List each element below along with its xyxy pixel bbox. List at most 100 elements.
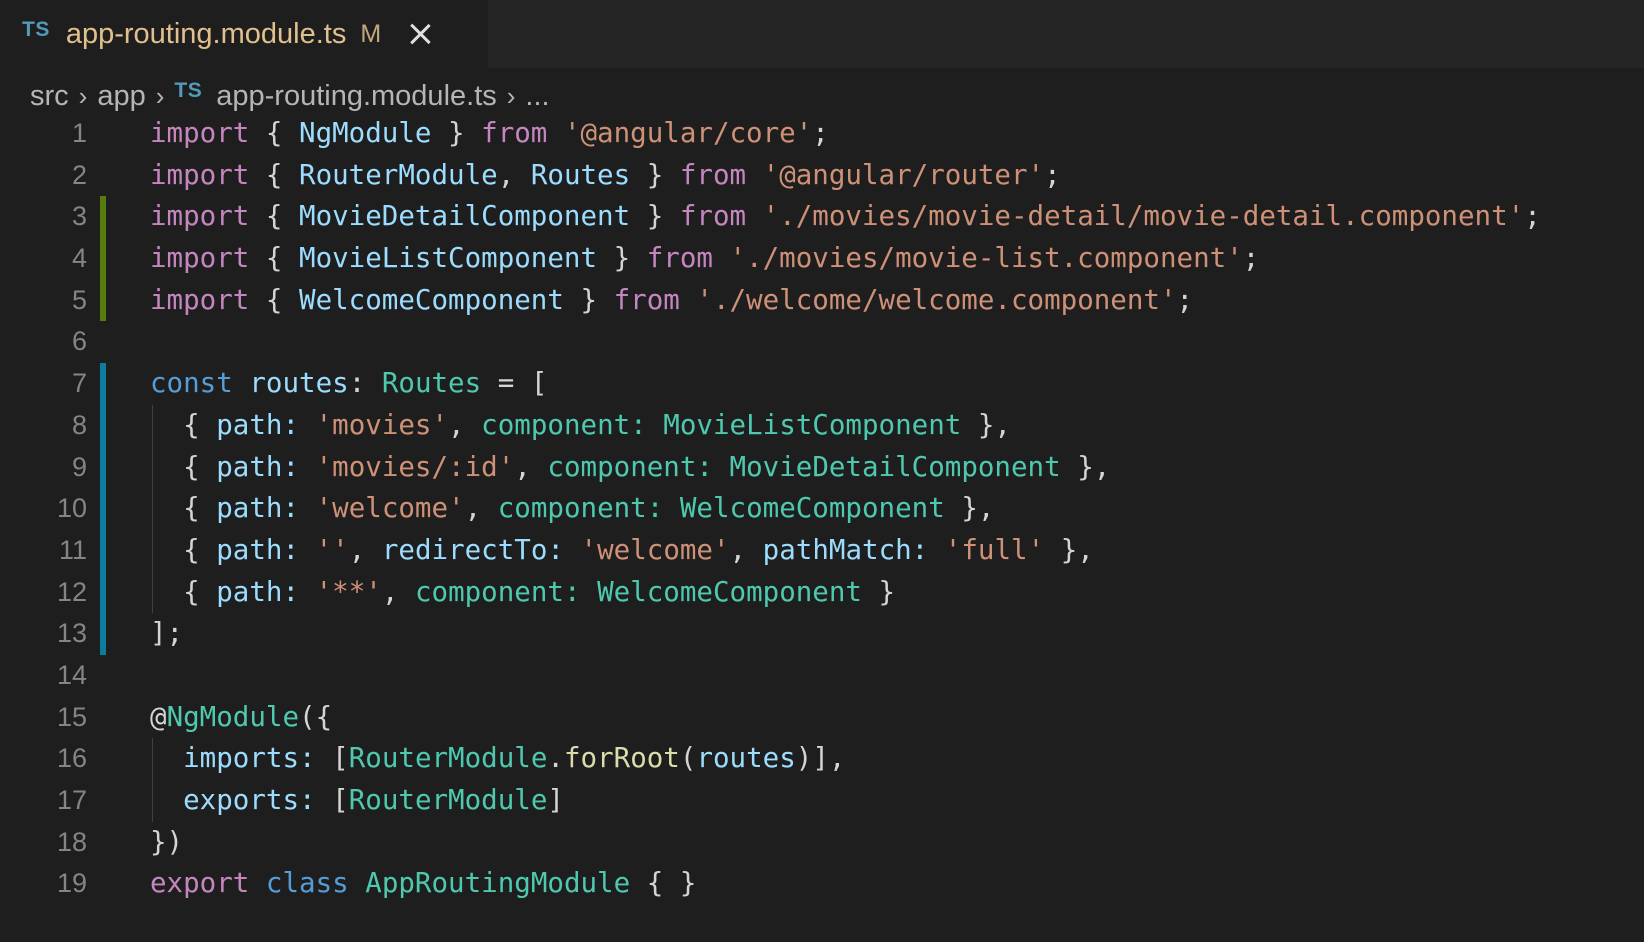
git-modified-gutter-indicator[interactable]	[100, 446, 106, 489]
code-line[interactable]: 19 export class AppRoutingModule { }	[0, 863, 1644, 905]
code-token: {	[150, 492, 217, 525]
code-token: {	[150, 533, 217, 566]
code-text: @NgModule({	[150, 697, 332, 739]
code-token: {	[249, 117, 300, 149]
line-number: 7	[71, 368, 87, 399]
code-token: './welcome/welcome.component'	[696, 283, 1177, 316]
code-text: { path: '**', component: WelcomeComponen…	[150, 572, 895, 614]
code-token: component:	[414, 575, 598, 608]
git-modified-gutter-indicator[interactable]	[100, 529, 106, 572]
code-text: { path: 'movies', component: MovieListCo…	[150, 405, 1011, 447]
code-text: exports: [RouterModule]	[150, 780, 564, 822]
code-token: exports	[183, 784, 300, 816]
code-token: MovieDetailComponent	[299, 200, 631, 233]
git-modified-gutter-indicator[interactable]	[100, 488, 106, 530]
git-added-gutter-indicator[interactable]	[100, 196, 106, 239]
code-line[interactable]: 18})	[0, 822, 1644, 864]
code-text: imports: [RouterModule.forRoot(routes)],	[150, 738, 845, 780]
code-line[interactable]: 17 exports: [RouterModule]	[0, 780, 1644, 822]
code-line[interactable]: 2 import { RouterModule, Routes } from '@…	[0, 155, 1644, 197]
code-token: from	[679, 158, 747, 191]
git-added-gutter-indicator[interactable]	[100, 238, 106, 280]
breadcrumb-item-src[interactable]: src	[30, 80, 69, 113]
code-token: import	[150, 117, 250, 149]
code-line[interactable]: 15 @NgModule({	[0, 697, 1644, 739]
code-token: from	[613, 283, 680, 316]
code-token: pathMatch:	[762, 533, 945, 566]
code-token: import	[150, 158, 250, 191]
code-token: component:	[497, 492, 680, 525]
code-token: :	[282, 450, 316, 483]
git-added-gutter-indicator[interactable]	[100, 279, 106, 322]
code-text: import { MovieDetailComponent } from './…	[150, 196, 1541, 238]
code-token: 'movies'	[315, 408, 449, 441]
code-token: {	[249, 158, 300, 191]
code-line[interactable]: 10 { path: 'welcome', component: Welcome…	[0, 488, 1644, 530]
tab-title: app-routing.module.ts	[65, 17, 347, 50]
close-icon[interactable]	[407, 21, 433, 47]
code-token: }	[597, 242, 647, 275]
code-line[interactable]: 6	[0, 321, 1644, 363]
code-line[interactable]: 1 import { NgModule } from '@angular/core…	[0, 113, 1644, 155]
code-line[interactable]: 4 import { MovieListComponent } from './m…	[0, 238, 1644, 280]
code-token: ;	[812, 117, 829, 149]
code-token: WelcomeComponent	[597, 575, 862, 608]
code-token: AppRoutingModule	[365, 867, 631, 900]
line-number: 9	[71, 451, 87, 482]
code-token: @	[150, 700, 167, 733]
git-modified-gutter-indicator[interactable]	[100, 363, 106, 405]
code-token: class	[265, 867, 349, 900]
code-token: imports	[183, 742, 300, 775]
code-token: MovieListComponent	[299, 242, 598, 275]
git-modified-gutter-indicator[interactable]	[100, 613, 106, 655]
tab-app-routing-module[interactable]: TS app-routing.module.ts M	[0, 0, 488, 68]
line-number: 3	[71, 201, 87, 232]
breadcrumb-item-symbols[interactable]: ...	[525, 80, 549, 113]
code-text: export class AppRoutingModule { }	[150, 863, 696, 905]
code-token: ;	[1242, 242, 1260, 275]
breadcrumb-item-file[interactable]: app-routing.module.ts	[216, 80, 497, 113]
code-token: }	[861, 575, 896, 608]
code-token: }	[630, 158, 680, 191]
code-editor[interactable]: 1 import { NgModule } from '@angular/core…	[0, 113, 1644, 905]
code-line[interactable]: 16 imports: [RouterModule.forRoot(routes…	[0, 738, 1644, 780]
code-line[interactable]: 7 const routes: Routes = [	[0, 363, 1644, 405]
git-modified-badge: M	[360, 19, 382, 48]
line-number: 16	[56, 743, 87, 774]
code-token: [	[332, 784, 349, 816]
code-token: :	[282, 408, 316, 441]
code-line[interactable]: 9 { path: 'movies/:id', component: Movie…	[0, 446, 1644, 489]
code-token: :	[282, 575, 316, 608]
code-token: routes	[696, 742, 796, 775]
code-line[interactable]: 3 import { MovieDetailComponent } from '.…	[0, 196, 1644, 239]
code-token: :	[348, 367, 382, 400]
line-number: 14	[56, 659, 87, 690]
code-token: [	[332, 742, 349, 775]
git-modified-gutter-indicator[interactable]	[100, 571, 106, 614]
code-token: .	[547, 742, 564, 775]
code-token: path	[216, 408, 283, 441]
code-token: MovieListComponent	[663, 408, 962, 441]
code-token: NgModule	[166, 700, 300, 733]
code-line[interactable]: 13];	[0, 613, 1644, 655]
code-line[interactable]: 8 { path: 'movies', component: MovieList…	[0, 404, 1644, 447]
code-token: })	[150, 825, 184, 858]
code-line[interactable]: 12 { path: '**', component: WelcomeCompo…	[0, 571, 1644, 614]
code-line[interactable]: 5 import { WelcomeComponent } from './wel…	[0, 279, 1644, 322]
code-token: ,	[381, 575, 415, 608]
code-token: ,	[348, 533, 382, 566]
code-line[interactable]: 11 { path: '', redirectTo: 'welcome', pa…	[0, 529, 1644, 572]
code-token: component:	[481, 408, 664, 441]
code-token: path	[216, 492, 283, 525]
code-token: ({	[299, 700, 333, 733]
git-modified-gutter-indicator[interactable]	[100, 404, 106, 447]
code-token: path	[216, 575, 283, 608]
code-line[interactable]: 14	[0, 655, 1644, 697]
breadcrumb-item-app[interactable]: app	[97, 80, 145, 113]
